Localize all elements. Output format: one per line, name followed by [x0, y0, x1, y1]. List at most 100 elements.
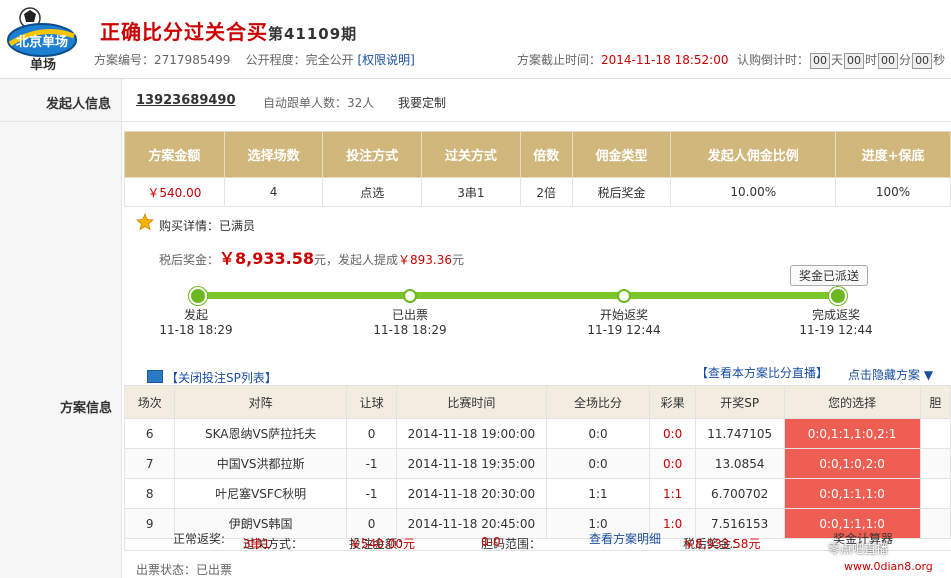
countdown-hours: 00	[844, 53, 865, 69]
page-title: 正确比分过关合买第41109期	[100, 16, 357, 45]
match-cell: 1:1	[545, 478, 651, 509]
plan-detail-link[interactable]: 查看方案明细	[589, 530, 661, 547]
match-cell: 1:1	[649, 478, 696, 509]
match-cell: 6	[123, 418, 176, 449]
summary-cell: 2倍	[519, 177, 573, 207]
minutes-unit: 分	[899, 53, 912, 67]
after-tax-bonus: 税后奖金：￥8,933.58元，发起人提成￥893.36元	[159, 245, 464, 269]
permission-link[interactable]: [权限说明]	[358, 53, 415, 67]
match-cell: 2014-11-18 19:00:00	[396, 418, 547, 449]
match-cell: 0:0,1:1,1:0	[783, 478, 921, 509]
match-header: 场次	[123, 385, 176, 419]
summary-cell: 3串1	[421, 177, 521, 207]
public-value: 完全公开	[305, 53, 354, 67]
ticket-status: 出票状态：已出票	[136, 563, 233, 577]
countdown-label: 认购倒计时：	[737, 53, 810, 67]
match-cell	[919, 448, 951, 479]
countdown-seconds: 00	[912, 53, 933, 69]
progress-dot-return-start	[617, 289, 631, 303]
match-header: 您的选择	[783, 385, 921, 419]
summary-cell: 100%	[835, 177, 951, 207]
match-header: 对阵	[174, 385, 347, 419]
progress-step-time: 11-19 12:44	[587, 323, 661, 337]
match-row: 8 叶尼塞VSFC秋明 -1 2014-11-18 20:30:00 1:1 1:1 6.7…	[123, 478, 951, 509]
progress-step-label: 已出票	[391, 308, 428, 322]
bonus-label: 税后奖金：	[159, 253, 220, 267]
progress-step: 发起 11-18 18:29	[156, 308, 236, 338]
summary-header: 投注方式	[322, 131, 423, 178]
plan-meta: 方案编号：2717985499 公开程度：完全公开 [权限说明]	[94, 51, 415, 68]
progress-step-label: 发起	[183, 308, 208, 322]
match-cell: 2014-11-18 19:35:00	[396, 448, 547, 479]
summary-header: 方案金额	[124, 131, 225, 178]
progress-bar	[196, 292, 836, 299]
match-table: 场次 对阵 让球 比赛时间 全场比分 彩果 开奖SP 您的选择胆 6 SKA恩纳VS萨拉托夫 0 2…	[123, 385, 951, 539]
sponsor-label: 发起人信息	[46, 97, 112, 112]
hide-plan-link[interactable]: 点击隐藏方案 ▼	[848, 366, 933, 383]
normal-return-label: 正常返奖:	[173, 532, 226, 546]
bonus-dispatched-badge: 奖金已派送	[790, 265, 869, 286]
auto-follow-count: 自动跟单人数：32人	[263, 96, 375, 110]
pass-value: 3串1	[243, 537, 271, 551]
match-cell: SKA恩纳VS萨拉托夫	[174, 418, 347, 449]
match-row: 6 SKA恩纳VS萨拉托夫 0 2014-11-18 19:00:00 0:0 0:0 11…	[123, 418, 951, 449]
progress-dot-start	[189, 287, 207, 305]
match-cell: 7	[123, 448, 176, 479]
progress-step: 开始返奖 11-19 12:44	[584, 308, 664, 338]
match-cell	[919, 418, 951, 449]
deadline-value: 2014-11-18 18:52:00	[601, 53, 729, 67]
custom-order-link[interactable]: 我要定制	[398, 94, 446, 111]
match-cell: -1	[345, 448, 398, 479]
plan-no: 2717985499	[154, 53, 231, 67]
match-header: 比赛时间	[396, 385, 547, 419]
match-cell: 叶尼塞VSFC秋明	[174, 478, 347, 509]
match-cell: 11.747105	[694, 418, 785, 449]
match-header-row: 场次 对阵 让球 比赛时间 全场比分 彩果 开奖SP 您的选择胆	[123, 385, 951, 419]
bonus-amount: ￥8,933.58	[219, 249, 314, 268]
match-header: 全场比分	[545, 385, 651, 419]
match-cell: 2014-11-18 20:30:00	[396, 478, 547, 509]
progress-step-time: 11-18 18:29	[373, 323, 447, 337]
toggle-sp-list[interactable]: 【关闭投注SP列表】	[147, 369, 277, 386]
sponsor-phone-link[interactable]: 13923689490	[136, 93, 236, 108]
summary-cell: 4	[223, 177, 324, 207]
match-cell: 中国VS洪都拉斯	[174, 448, 347, 479]
logo-text: 单场	[30, 58, 57, 73]
watermark: 零点吧直播	[828, 542, 889, 556]
summary-cell: 10.00%	[670, 177, 837, 207]
summary-header: 佣金类型	[571, 131, 672, 178]
days-unit: 天	[831, 53, 844, 67]
buy-detail: 购买详情：已满员	[159, 219, 256, 233]
match-cell: 0:0,1:1,1:0,2:1	[783, 418, 921, 449]
hours-unit: 时	[865, 53, 878, 67]
progress-step-time: 11-18 18:29	[159, 323, 233, 337]
match-header: 让球	[345, 385, 398, 419]
progress-dot-ticketed	[403, 289, 417, 303]
deadline-label: 方案截止时间：	[517, 53, 602, 67]
toggle-sp-text: 【关闭投注SP列表】	[166, 371, 277, 385]
deadline-info: 方案截止时间：2014-11-18 18:52:00	[517, 51, 728, 68]
progress-step: 完成返奖 11-19 12:44	[796, 308, 876, 338]
match-cell: 13.0854	[694, 448, 785, 479]
plan-footer: 正常返奖: 过关方式： 3串1 投注金额： ￥540.00元 胆码范围： 0-0 查看…	[124, 525, 951, 551]
match-cell: 8	[123, 478, 176, 509]
live-score-link[interactable]: 【查看本方案比分直播】	[696, 364, 828, 381]
match-cell: 0:0	[545, 418, 651, 449]
footer-bonus-value: ￥8,933.58元	[683, 537, 761, 551]
title-text: 正确比分过关合买	[100, 20, 268, 44]
plan-no-label: 方案编号：	[94, 53, 155, 67]
summary-value-row: ￥540.00 4 点选 3串1 2倍 税后奖金 10.00% 100%	[124, 177, 951, 207]
match-cell: 0:0	[649, 418, 696, 449]
site-logo[interactable]: 北京单场 单场	[2, 4, 82, 74]
star-icon	[136, 212, 154, 231]
sponsor-commission: ￥893.36	[398, 253, 452, 267]
summary-header: 进度+保底	[835, 131, 951, 178]
left-label-column	[0, 79, 122, 578]
summary-header: 过关方式	[421, 131, 521, 178]
countdown-days: 00	[810, 53, 831, 69]
match-cell: 0:0	[649, 448, 696, 479]
countdown-minutes: 00	[878, 53, 899, 69]
range-value: 0-0	[481, 535, 501, 549]
svg-text:北京单场: 北京单场	[16, 34, 68, 50]
plan-info-label: 方案信息	[60, 401, 113, 416]
